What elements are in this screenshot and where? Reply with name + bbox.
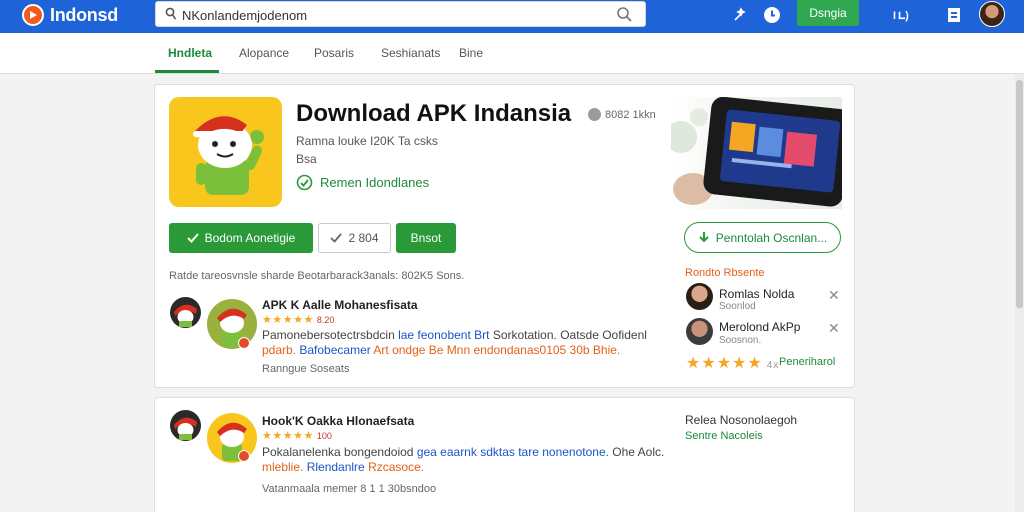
history-icon[interactable]: I) xyxy=(893,6,911,24)
svg-text:): ) xyxy=(905,10,909,22)
verified-badge: Remen Idondlanes xyxy=(296,174,429,191)
version-button[interactable]: 2 804 xyxy=(318,223,391,253)
svg-text:I: I xyxy=(893,10,896,22)
sidebar-heading: Rondto Rbsente xyxy=(685,267,765,279)
promo-phone-image xyxy=(671,97,842,209)
sidebar-user-name[interactable]: Romlas Nolda xyxy=(719,287,794,301)
download-arrow-icon xyxy=(699,231,709,242)
comment-footer: Ranngue Soseats xyxy=(262,363,350,375)
sidebar-rating-extra: 4x xyxy=(766,360,780,371)
download-button[interactable]: Bodom Aonetigie xyxy=(169,223,313,253)
comment-title: Hook'K Oakka Hlonaefsata xyxy=(262,414,415,428)
mascot-icon xyxy=(174,417,197,440)
comment-text-line1: Pokalanelenka bongendoiod gea eaarnk sdk… xyxy=(262,445,664,459)
search-lead-icon xyxy=(165,7,177,20)
android-mascot-icon xyxy=(193,116,264,195)
search-box[interactable] xyxy=(155,1,646,27)
comment-text-line2: mleblie. Rlendanlre Rzcasoce. xyxy=(262,460,424,474)
check-icon xyxy=(186,233,199,243)
comment-highlight: pdarb. xyxy=(262,343,300,357)
version-label: 2 804 xyxy=(348,231,379,245)
sidebar-secondary-link[interactable]: Sentre Nacoleis xyxy=(685,430,763,442)
signin-button[interactable]: Dsngia xyxy=(797,0,859,26)
tab-apps[interactable]: Alopance xyxy=(239,46,289,60)
comment-link[interactable]: lae feonobent Brt xyxy=(398,328,489,342)
app-title: Download APK Indansia xyxy=(296,100,572,127)
sidebar-link[interactable]: Peneriharol xyxy=(779,356,835,368)
app-icon xyxy=(169,97,282,207)
comment-rating: ★★★★★ 100 xyxy=(262,430,332,442)
tab-more[interactable]: Bine xyxy=(459,46,483,60)
commenter-mini-avatar[interactable] xyxy=(170,410,201,441)
rating-icon xyxy=(588,108,601,121)
comment-text: Pokalanelenka bongendoiod xyxy=(262,445,417,459)
check-icon xyxy=(330,233,343,243)
commenter-mini-avatar[interactable] xyxy=(170,297,201,328)
tab-home[interactable]: Hndleta xyxy=(168,46,212,60)
comment-text: Sorkotation. Oatsde Oofidenl xyxy=(489,328,647,342)
comment-footer: Vatanmaala memer 8 1 1 30bsndoo xyxy=(262,483,437,495)
play-icon xyxy=(22,4,44,26)
brand[interactable]: Indonsd xyxy=(22,4,118,26)
status-badge xyxy=(238,337,250,349)
comment-link[interactable]: gea eaarnk sdktas tare nonenotone. xyxy=(417,445,609,459)
comment-score: 8.20 xyxy=(316,315,335,325)
sidebar-user-name[interactable]: Merolond AkPp xyxy=(719,320,800,334)
comment-title: APK K Aalle Mohanesfisata xyxy=(262,298,418,312)
comment-highlight: Rzcasoce. xyxy=(364,460,425,474)
comment-rating: ★★★★★ 8.20 xyxy=(262,314,335,326)
active-tab-indicator xyxy=(155,70,219,73)
comment-text-line2: pdarb. Bafobecamer Art ondge Be Mnn endo… xyxy=(262,343,620,357)
bookmark-icon[interactable] xyxy=(945,6,963,24)
info-line: Ratde tareosvnsle sharde Beotarbarack3an… xyxy=(169,270,465,282)
update-icon[interactable] xyxy=(763,6,781,24)
mascot-icon xyxy=(174,304,197,327)
comment-link[interactable]: Bafobecamer xyxy=(299,343,370,357)
user-avatar[interactable] xyxy=(979,1,1005,27)
verified-label: Remen Idondlanes xyxy=(320,175,430,190)
brand-name: Indonsd xyxy=(50,4,118,25)
comment-score: 100 xyxy=(316,431,332,441)
sidebar-user-avatar[interactable] xyxy=(686,318,713,345)
top-navigation-bar: Indonsd Dsngia I) xyxy=(0,0,1024,33)
download-label: Bodom Aonetigie xyxy=(204,231,296,245)
outline-action-label: Penntolah Oscnlan... xyxy=(715,230,828,245)
verified-icon xyxy=(296,174,313,191)
sidebar-user-sub: Soonlod xyxy=(719,301,756,312)
sidebar-user-sub: Soosnon. xyxy=(719,335,762,346)
rating-summary: 8082 1kkn xyxy=(588,108,656,121)
status-badge xyxy=(238,450,250,462)
comment-text: Pamonebersotectrsbdcin xyxy=(262,328,399,342)
sidebar-user-avatar[interactable] xyxy=(686,283,713,310)
app-meta: Ramna louke I20K Ta csks xyxy=(296,134,438,148)
scrollbar-thumb[interactable] xyxy=(1016,80,1023,308)
tab-bar: Hndleta Alopance Posaris Seshianats Bine xyxy=(0,33,1024,74)
sidebar-rating-stars: ★★★★★ 4x xyxy=(686,355,780,372)
outline-action-button[interactable]: Penntolah Oscnlan... xyxy=(684,222,841,253)
close-icon[interactable]: ✕ xyxy=(828,287,840,304)
app-meta-secondary: Bsa xyxy=(296,152,317,166)
close-icon[interactable]: ✕ xyxy=(828,320,840,337)
tab-popular[interactable]: Posaris xyxy=(314,46,354,60)
comment-text-line1: Pamonebersotectrsbdcin lae feonobent Brt… xyxy=(262,328,647,342)
comment-highlight: mleblie. xyxy=(262,460,307,474)
sidebar-secondary-heading: Relea Nosonolaegoh xyxy=(685,413,798,427)
search-input[interactable] xyxy=(182,5,602,25)
comment-link[interactable]: Rlendanlre xyxy=(307,460,365,474)
comment-highlight: Art ondge Be Mnn endondanas0105 30b Bhie… xyxy=(370,343,621,357)
search-icon[interactable] xyxy=(616,6,633,23)
comment-text: Ohe Aolc. xyxy=(608,445,665,459)
share-button[interactable]: Bnsot xyxy=(396,223,456,253)
sparkle-icon[interactable] xyxy=(731,6,749,24)
phone-illustration xyxy=(671,97,842,207)
tab-categories[interactable]: Seshianats xyxy=(381,46,440,60)
rating-text: 8082 1kkn xyxy=(605,108,656,121)
